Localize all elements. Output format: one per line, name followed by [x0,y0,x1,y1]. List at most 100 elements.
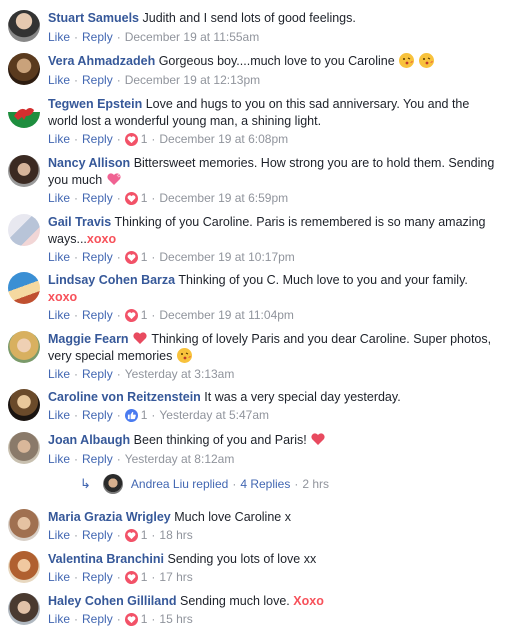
replies-timestamp[interactable]: 2 hrs [302,477,329,491]
separator: · [116,250,121,264]
avatar[interactable] [8,155,40,187]
comment-timestamp[interactable]: Yesterday at 8:12am [125,452,235,466]
comment-text: Sending you lots of love xx [167,552,317,566]
view-replies-row[interactable]: ↳ Andrea Liu replied · 4 Replies · 2 hrs [80,474,329,494]
avatar[interactable] [8,551,40,583]
reaction-count[interactable]: 1 [141,612,148,626]
reply-link[interactable]: Reply [82,570,113,584]
kiss-emoji-icon [399,53,415,68]
reaction-count[interactable]: 1 [141,308,148,322]
reaction-count[interactable]: 1 [141,528,148,542]
comment-author[interactable]: Gail Travis [48,215,111,229]
like-link[interactable]: Like [48,570,70,584]
avatar[interactable] [8,10,40,42]
comment-timestamp[interactable]: 17 hrs [159,570,192,584]
reaction-count[interactable]: 1 [141,250,148,264]
reaction-count[interactable]: 1 [141,132,148,146]
comment-body: Stuart Samuels Judith and I send lots of… [48,10,496,27]
comment-author[interactable]: Lindsay Cohen Barza [48,273,175,287]
reply-link[interactable]: Reply [82,612,113,626]
reply-link[interactable]: Reply [82,367,113,381]
comment-author[interactable]: Caroline von Reitzenstein [48,390,201,404]
reply-link[interactable]: Reply [82,73,113,87]
avatar[interactable] [8,96,40,128]
heart-emoji-icon [107,173,121,185]
like-link[interactable]: Like [48,132,70,146]
reply-link[interactable]: Reply [82,408,113,422]
comment-timestamp[interactable]: Yesterday at 5:47am [159,408,269,422]
separator: · [74,408,79,422]
separator: · [151,612,156,626]
reaction-count[interactable]: 1 [141,570,148,584]
separator: · [151,191,156,205]
love-reaction-icon[interactable] [124,250,138,264]
comment-author[interactable]: Maria Grazia Wrigley [48,510,171,524]
separator: · [74,132,79,146]
like-link[interactable]: Like [48,191,70,205]
comment-timestamp[interactable]: 15 hrs [159,612,192,626]
comment-timestamp[interactable]: December 19 at 6:08pm [159,132,288,146]
reaction-count[interactable]: 1 [141,191,148,205]
comment-timestamp[interactable]: Yesterday at 3:13am [125,367,235,381]
love-reaction-icon[interactable] [124,308,138,322]
comment-accent-text: xoxo [48,290,78,304]
replies-count-link[interactable]: 4 Replies [240,477,290,491]
avatar[interactable] [8,389,40,421]
avatar[interactable] [8,53,40,85]
like-link[interactable]: Like [48,408,70,422]
reply-link[interactable]: Reply [82,452,113,466]
comment-body: Caroline von Reitzenstein It was a very … [48,389,496,406]
comment-author[interactable]: Stuart Samuels [48,11,139,25]
avatar[interactable] [8,432,40,464]
heart-emoji-icon [311,433,325,445]
comment-author[interactable]: Nancy Allison [48,156,130,170]
comment-timestamp[interactable]: December 19 at 10:17pm [159,250,294,264]
comment-author[interactable]: Tegwen Epstein [48,97,142,111]
like-link[interactable]: Like [48,528,70,542]
like-link[interactable]: Like [48,452,70,466]
separator: · [74,528,79,542]
love-reaction-icon[interactable] [124,528,138,542]
like-link[interactable]: Like [48,30,70,44]
reply-link[interactable]: Reply [82,308,113,322]
avatar[interactable] [8,509,40,541]
reaction-count[interactable]: 1 [141,408,148,422]
reply-link[interactable]: Reply [82,250,113,264]
comment-timestamp[interactable]: December 19 at 6:59pm [159,191,288,205]
like-link[interactable]: Like [48,250,70,264]
comment-actions: Like · Reply · 1 · December 19 at 6:59pm [48,191,288,205]
comment-author[interactable]: Joan Albaugh [48,433,130,447]
reply-link[interactable]: Reply [82,132,113,146]
avatar[interactable] [8,214,40,246]
like-link[interactable]: Like [48,367,70,381]
comment-author[interactable]: Maggie Fearn [48,332,129,346]
love-reaction-icon[interactable] [124,132,138,146]
comment-author[interactable]: Valentina Branchini [48,552,164,566]
love-reaction-icon[interactable] [124,612,138,626]
reply-link[interactable]: Reply [82,30,113,44]
like-link[interactable]: Like [48,308,70,322]
comment-author[interactable]: Vera Ahmadzadeh [48,54,155,68]
like-link[interactable]: Like [48,612,70,626]
avatar[interactable] [8,331,40,363]
reply-link[interactable]: Reply [82,528,113,542]
like-link[interactable]: Like [48,73,70,87]
avatar[interactable] [8,593,40,625]
avatar[interactable] [8,272,40,304]
love-reaction-icon[interactable] [124,191,138,205]
reply-verb[interactable]: replied [192,477,228,491]
reply-author[interactable]: Andrea Liu [131,477,189,491]
avatar [102,474,123,494]
separator: · [151,308,156,322]
comment-body: Nancy Allison Bittersweet memories. How … [48,155,496,189]
comment-author[interactable]: Haley Cohen Gilliland [48,594,177,608]
comment-timestamp[interactable]: December 19 at 12:13pm [125,73,260,87]
comment-timestamp[interactable]: December 19 at 11:04pm [159,308,294,322]
love-reaction-icon[interactable] [124,570,138,584]
comment-timestamp[interactable]: 18 hrs [159,528,192,542]
comment-timestamp[interactable]: December 19 at 11:55am [125,30,260,44]
separator: · [74,250,79,264]
like-reaction-icon[interactable] [124,408,138,422]
comment-text: It was a very special day yesterday. [204,390,401,404]
reply-link[interactable]: Reply [82,191,113,205]
